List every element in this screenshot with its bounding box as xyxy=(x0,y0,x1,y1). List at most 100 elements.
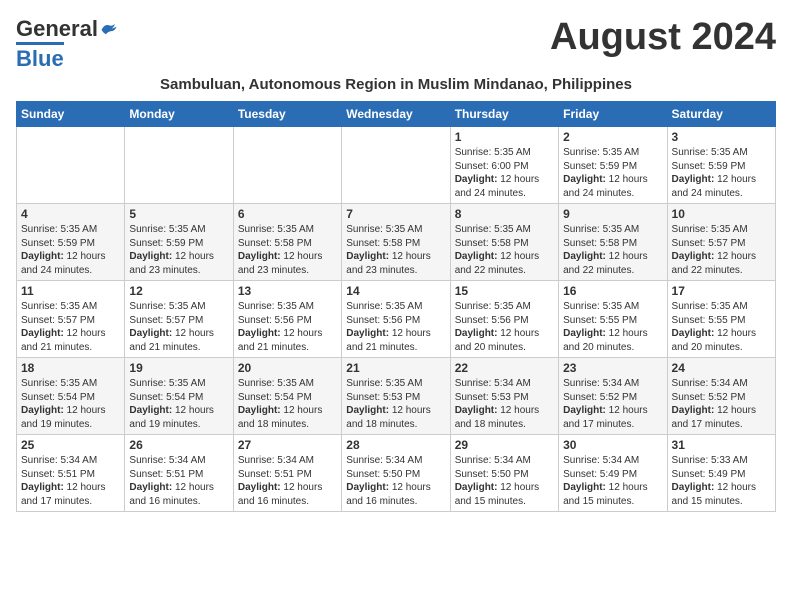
day-info: Sunrise: 5:34 AMSunset: 5:49 PMDaylight:… xyxy=(563,454,662,508)
calendar-cell: 28Sunrise: 5:34 AMSunset: 5:50 PMDayligh… xyxy=(342,435,450,512)
day-number: 15 xyxy=(455,284,554,298)
day-number: 14 xyxy=(346,284,445,298)
calendar-cell: 5Sunrise: 5:35 AMSunset: 5:59 PMDaylight… xyxy=(125,204,233,281)
calendar-cell: 18 Sunrise: 5:35 AMSunset: 5:54 PMDayligh… xyxy=(17,358,125,435)
calendar-cell: 8 Sunrise: 5:35 AMSunset: 5:58 PMDaylight… xyxy=(450,204,558,281)
day-header-wednesday: Wednesday xyxy=(342,102,450,127)
day-info: Sunrise: 5:35 AMSunset: 5:55 PMDaylight:… xyxy=(672,300,771,354)
calendar-cell: 10 Sunrise: 5:35 AMSunset: 5:57 PMDayligh… xyxy=(667,204,775,281)
day-info: Sunrise: 5:34 AMSunset: 5:52 PMDaylight:… xyxy=(563,377,662,431)
day-info: Sunrise: 5:34 AMSunset: 5:50 PMDaylight:… xyxy=(455,454,554,508)
header: General Blue August 2024 xyxy=(16,16,776,72)
calendar-table: SundayMondayTuesdayWednesdayThursdayFrid… xyxy=(16,101,776,512)
day-info: Sunrise: 5:35 AMSunset: 5:54 PMDaylight:… xyxy=(21,377,120,431)
calendar-cell: 6Sunrise: 5:35 AMSunset: 5:58 PMDaylight… xyxy=(233,204,341,281)
day-number: 20 xyxy=(238,361,337,375)
day-number: 6 xyxy=(238,207,337,221)
calendar-cell: 17 Sunrise: 5:35 AMSunset: 5:55 PMDayligh… xyxy=(667,281,775,358)
day-number: 31 xyxy=(672,438,771,452)
day-header-sunday: Sunday xyxy=(17,102,125,127)
day-number: 17 xyxy=(672,284,771,298)
day-number: 26 xyxy=(129,438,228,452)
day-info: Sunrise: 5:34 AMSunset: 5:51 PMDaylight:… xyxy=(129,454,228,508)
day-info: Sunrise: 5:35 AMSunset: 5:57 PMDaylight:… xyxy=(21,300,120,354)
day-info: Sunrise: 5:35 AMSunset: 5:59 PMDaylight:… xyxy=(21,223,120,277)
calendar-cell: 24 Sunrise: 5:34 AMSunset: 5:52 PMDayligh… xyxy=(667,358,775,435)
logo-blue-text: Blue xyxy=(16,42,64,72)
calendar-cell xyxy=(233,127,341,204)
calendar-cell: 14 Sunrise: 5:35 AMSunset: 5:56 PMDayligh… xyxy=(342,281,450,358)
month-year: August 2024 xyxy=(550,16,776,59)
day-info: Sunrise: 5:34 AMSunset: 5:51 PMDaylight:… xyxy=(238,454,337,508)
day-info: Sunrise: 5:34 AMSunset: 5:53 PMDaylight:… xyxy=(455,377,554,431)
day-number: 10 xyxy=(672,207,771,221)
day-number: 13 xyxy=(238,284,337,298)
day-info: Sunrise: 5:35 AMSunset: 5:54 PMDaylight:… xyxy=(238,377,337,431)
day-number: 23 xyxy=(563,361,662,375)
calendar-cell xyxy=(17,127,125,204)
day-info: Sunrise: 5:35 AMSunset: 5:56 PMDaylight:… xyxy=(238,300,337,354)
day-number: 30 xyxy=(563,438,662,452)
calendar-cell: 20 Sunrise: 5:35 AMSunset: 5:54 PMDayligh… xyxy=(233,358,341,435)
day-header-saturday: Saturday xyxy=(667,102,775,127)
day-info: Sunrise: 5:34 AMSunset: 5:52 PMDaylight:… xyxy=(672,377,771,431)
day-number: 4 xyxy=(21,207,120,221)
week-row-4: 18 Sunrise: 5:35 AMSunset: 5:54 PMDayligh… xyxy=(17,358,776,435)
day-number: 29 xyxy=(455,438,554,452)
day-number: 11 xyxy=(21,284,120,298)
day-number: 8 xyxy=(455,207,554,221)
day-info: Sunrise: 5:35 AMSunset: 5:58 PMDaylight:… xyxy=(346,223,445,277)
week-row-3: 11 Sunrise: 5:35 AMSunset: 5:57 PMDayligh… xyxy=(17,281,776,358)
day-number: 24 xyxy=(672,361,771,375)
calendar-cell: 27 Sunrise: 5:34 AMSunset: 5:51 PMDayligh… xyxy=(233,435,341,512)
calendar-cell: 4 Sunrise: 5:35 AMSunset: 5:59 PMDaylight… xyxy=(17,204,125,281)
day-number: 1 xyxy=(455,130,554,144)
day-number: 27 xyxy=(238,438,337,452)
day-number: 9 xyxy=(563,207,662,221)
day-info: Sunrise: 5:33 AMSunset: 5:49 PMDaylight:… xyxy=(672,454,771,508)
day-info: Sunrise: 5:34 AMSunset: 5:50 PMDaylight:… xyxy=(346,454,445,508)
day-info: Sunrise: 5:35 AMSunset: 5:53 PMDaylight:… xyxy=(346,377,445,431)
day-number: 2 xyxy=(563,130,662,144)
day-number: 21 xyxy=(346,361,445,375)
day-info: Sunrise: 5:35 AMSunset: 5:56 PMDaylight:… xyxy=(455,300,554,354)
calendar-cell: 23 Sunrise: 5:34 AMSunset: 5:52 PMDayligh… xyxy=(559,358,667,435)
calendar-body: 1Sunrise: 5:35 AMSunset: 6:00 PMDaylight… xyxy=(17,127,776,512)
day-info: Sunrise: 5:35 AMSunset: 5:58 PMDaylight:… xyxy=(455,223,554,277)
calendar-cell: 21 Sunrise: 5:35 AMSunset: 5:53 PMDayligh… xyxy=(342,358,450,435)
calendar-cell: 29 Sunrise: 5:34 AMSunset: 5:50 PMDayligh… xyxy=(450,435,558,512)
week-row-1: 1Sunrise: 5:35 AMSunset: 6:00 PMDaylight… xyxy=(17,127,776,204)
day-info: Sunrise: 5:35 AMSunset: 5:55 PMDaylight:… xyxy=(563,300,662,354)
logo-text: General xyxy=(16,16,118,42)
day-header-friday: Friday xyxy=(559,102,667,127)
day-number: 12 xyxy=(129,284,228,298)
calendar-cell: 1Sunrise: 5:35 AMSunset: 6:00 PMDaylight… xyxy=(450,127,558,204)
calendar-cell: 19Sunrise: 5:35 AMSunset: 5:54 PMDayligh… xyxy=(125,358,233,435)
day-info: Sunrise: 5:35 AMSunset: 5:54 PMDaylight:… xyxy=(129,377,228,431)
day-number: 3 xyxy=(672,130,771,144)
day-number: 18 xyxy=(21,361,120,375)
day-header-thursday: Thursday xyxy=(450,102,558,127)
day-header-monday: Monday xyxy=(125,102,233,127)
day-header-tuesday: Tuesday xyxy=(233,102,341,127)
day-info: Sunrise: 5:35 AMSunset: 5:57 PMDaylight:… xyxy=(672,223,771,277)
day-number: 7 xyxy=(346,207,445,221)
logo-general: General xyxy=(16,16,98,41)
calendar-cell: 31 Sunrise: 5:33 AMSunset: 5:49 PMDayligh… xyxy=(667,435,775,512)
calendar-cell: 9Sunrise: 5:35 AMSunset: 5:58 PMDaylight… xyxy=(559,204,667,281)
calendar-cell: 26 Sunrise: 5:34 AMSunset: 5:51 PMDayligh… xyxy=(125,435,233,512)
calendar-cell: 16Sunrise: 5:35 AMSunset: 5:55 PMDayligh… xyxy=(559,281,667,358)
logo: General Blue xyxy=(16,16,118,72)
calendar-cell: 2Sunrise: 5:35 AMSunset: 5:59 PMDaylight… xyxy=(559,127,667,204)
calendar-cell xyxy=(125,127,233,204)
week-row-2: 4 Sunrise: 5:35 AMSunset: 5:59 PMDaylight… xyxy=(17,204,776,281)
logo-bird-icon xyxy=(100,22,118,36)
day-number: 22 xyxy=(455,361,554,375)
calendar-cell: 3 Sunrise: 5:35 AMSunset: 5:59 PMDaylight… xyxy=(667,127,775,204)
subtitle: Sambuluan, Autonomous Region in Muslim M… xyxy=(16,76,776,93)
day-info: Sunrise: 5:35 AMSunset: 5:59 PMDaylight:… xyxy=(129,223,228,277)
day-info: Sunrise: 5:35 AMSunset: 5:56 PMDaylight:… xyxy=(346,300,445,354)
week-row-5: 25Sunrise: 5:34 AMSunset: 5:51 PMDayligh… xyxy=(17,435,776,512)
calendar-cell: 12Sunrise: 5:35 AMSunset: 5:57 PMDayligh… xyxy=(125,281,233,358)
day-info: Sunrise: 5:35 AMSunset: 5:59 PMDaylight:… xyxy=(672,146,771,200)
